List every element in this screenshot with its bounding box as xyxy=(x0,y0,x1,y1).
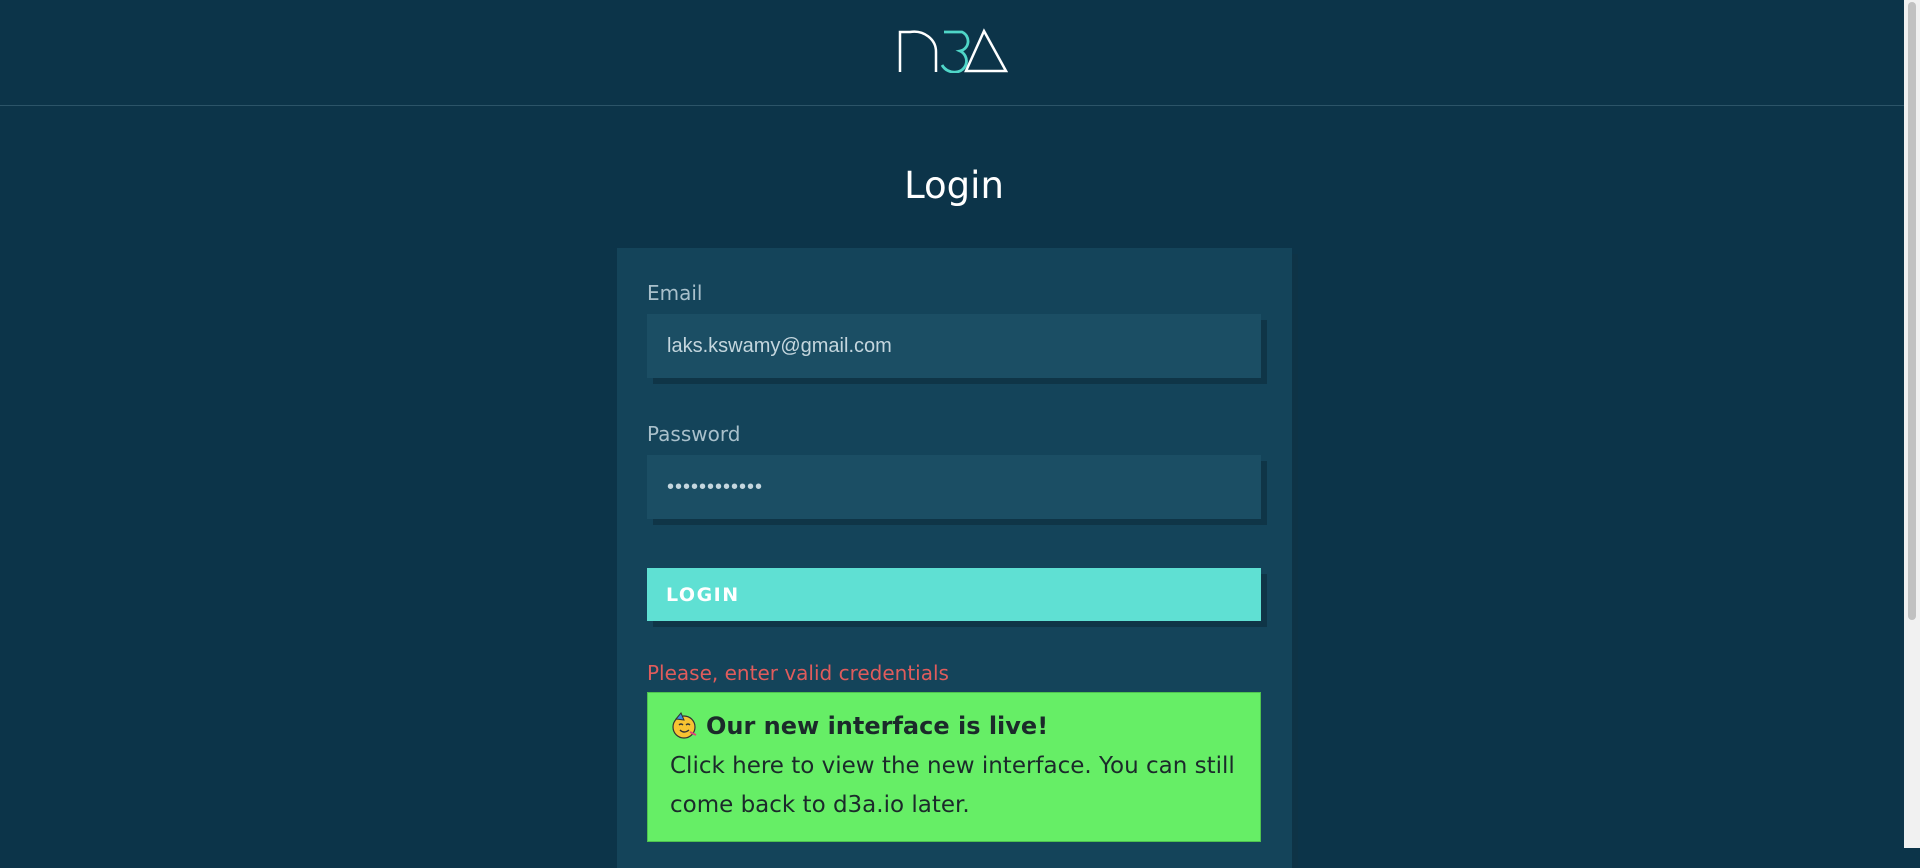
email-label: Email xyxy=(647,281,703,305)
d3a-logo[interactable] xyxy=(898,27,1008,73)
email-field[interactable] xyxy=(647,314,1261,378)
banner-title-row: Our new interface is live! xyxy=(670,711,1238,741)
password-label: Password xyxy=(647,422,741,446)
scrollbar-thumb[interactable] xyxy=(1908,2,1916,620)
login-card: Email Password LOGIN Please, enter valid… xyxy=(617,248,1292,868)
top-header xyxy=(0,0,1904,106)
error-message: Please, enter valid credentials xyxy=(647,661,949,685)
login-button[interactable]: LOGIN xyxy=(647,568,1261,621)
password-field[interactable] xyxy=(647,455,1261,519)
party-face-icon xyxy=(672,712,697,739)
banner-body: Click here to view the new interface. Yo… xyxy=(670,753,1235,818)
page-title: Login xyxy=(904,164,1004,207)
new-interface-banner[interactable]: Our new interface is live! Click here to… xyxy=(647,692,1261,842)
banner-title: Our new interface is live! xyxy=(706,712,1049,740)
page-scrollbar[interactable] xyxy=(1904,0,1920,848)
